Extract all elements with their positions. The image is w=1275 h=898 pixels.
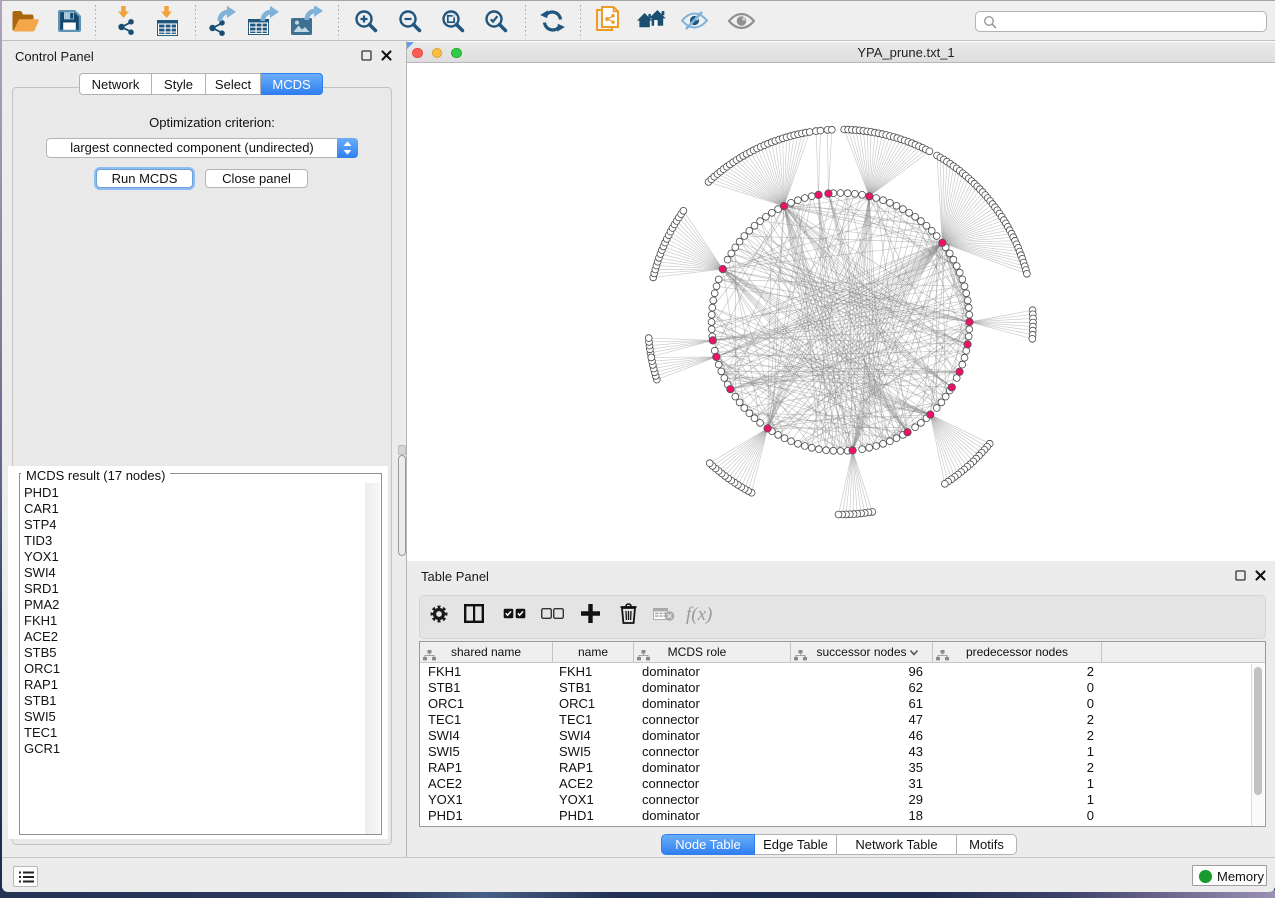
svg-text:f(x): f(x): [686, 604, 712, 625]
